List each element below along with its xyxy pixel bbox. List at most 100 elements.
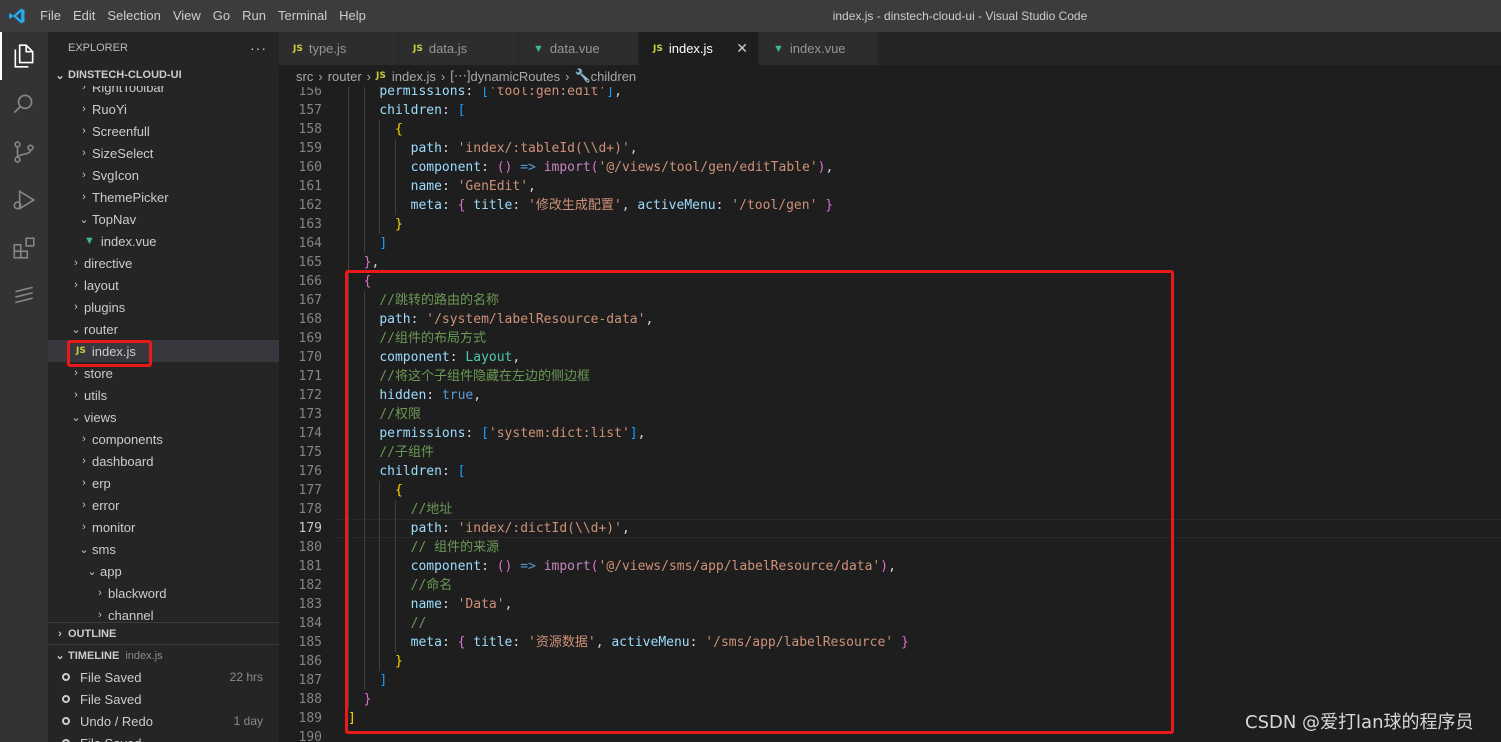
extensions-icon[interactable] — [0, 224, 48, 272]
project-root[interactable]: ⌄ DINSTECH-CLOUD-UI — [48, 64, 279, 86]
vscode-logo-icon[interactable] — [0, 0, 34, 32]
tree-folder[interactable]: › RuoYi — [48, 98, 279, 120]
breadcrumb-item[interactable]: src — [296, 69, 313, 84]
tree-folder[interactable]: › SvgIcon — [48, 164, 279, 186]
tree-folder[interactable]: › dashboard — [48, 450, 279, 472]
code-token: children — [379, 103, 442, 118]
tree-folder[interactable]: › store — [48, 362, 279, 384]
timeline-entry[interactable]: File Saved 22 hrs — [48, 666, 279, 688]
tree-folder[interactable]: › erp — [48, 472, 279, 494]
breadcrumb-item[interactable]: router — [328, 69, 362, 84]
line-number: 158 — [298, 122, 322, 137]
chevron-right-icon: › — [74, 389, 78, 401]
tree-folder[interactable]: › directive — [48, 252, 279, 274]
tab-type-js[interactable]: JS type.js — [279, 32, 399, 65]
breadcrumb-item[interactable]: children — [591, 69, 637, 84]
breadcrumb-item[interactable]: dynamicRoutes — [471, 69, 561, 84]
tree-folder[interactable]: › utils — [48, 384, 279, 406]
menu-go[interactable]: Go — [207, 0, 236, 32]
code-token: '资源数据' — [528, 635, 596, 650]
timeline-entry[interactable]: File Saved — [48, 732, 279, 742]
menu-run[interactable]: Run — [236, 0, 272, 32]
tree-folder[interactable]: › layout — [48, 274, 279, 296]
code-token: import — [543, 559, 591, 574]
tree-folder[interactable]: › RightToolbar — [48, 86, 279, 98]
code-token: : — [426, 388, 442, 403]
code-line: 161 name: 'GenEdit', — [279, 177, 1501, 196]
tab-data-vue[interactable]: ▼ data.vue — [519, 32, 639, 65]
tree-folder[interactable]: › Screenfull — [48, 120, 279, 142]
tree-folder[interactable]: › monitor — [48, 516, 279, 538]
tree-folder[interactable]: ⌄ TopNav — [48, 208, 279, 230]
chevron-right-icon: › — [82, 477, 86, 489]
search-icon[interactable] — [0, 80, 48, 128]
close-icon[interactable]: ✕ — [736, 40, 748, 57]
code-token: : — [441, 521, 458, 536]
more-actions-icon[interactable]: ··· — [250, 40, 267, 56]
code-token: () — [496, 559, 513, 574]
code-line: 166 { — [279, 272, 1501, 291]
code-line: 185 meta: { title: '资源数据', activeMenu: '… — [279, 633, 1501, 652]
chevron-right-icon: › — [98, 587, 102, 599]
tab-index-vue[interactable]: ▼ index.vue — [759, 32, 879, 65]
tree-folder[interactable]: › blackword — [48, 582, 279, 604]
code-text: } — [348, 652, 403, 671]
code-token: : — [441, 141, 458, 156]
source-control-icon[interactable] — [0, 128, 48, 176]
tree-folder[interactable]: ⌄ sms — [48, 538, 279, 560]
remote-icon[interactable] — [0, 272, 48, 320]
code-token: ( — [590, 160, 599, 175]
tree-folder[interactable]: › components — [48, 428, 279, 450]
code-token: '@/views/tool/gen/editTable' — [598, 160, 818, 175]
menu-file[interactable]: File — [34, 0, 67, 32]
menu-terminal[interactable]: Terminal — [272, 0, 333, 32]
menu-help[interactable]: Help — [333, 0, 372, 32]
tree-file[interactable]: JS index.js — [48, 340, 279, 362]
tree-folder[interactable]: ⌄ views — [48, 406, 279, 428]
tree-folder[interactable]: › error — [48, 494, 279, 516]
files-icon[interactable] — [0, 32, 48, 80]
timeline-entry[interactable]: Undo / Redo 1 day — [48, 710, 279, 732]
run-debug-icon[interactable] — [0, 176, 48, 224]
code-token: //组件的布局方式 — [379, 331, 486, 346]
explorer-header: EXPLORER ··· — [48, 32, 279, 64]
timeline-entry[interactable]: File Saved — [48, 688, 279, 710]
tree-folder[interactable]: › SizeSelect — [48, 142, 279, 164]
code-line: 165 }, — [279, 253, 1501, 272]
tree-folder[interactable]: › channel — [48, 604, 279, 623]
tab-data-js[interactable]: JS data.js — [399, 32, 519, 65]
code-token: , — [645, 312, 654, 327]
code-token: //命名 — [410, 578, 453, 593]
tree-folder[interactable]: › ThemePicker — [48, 186, 279, 208]
tree-folder[interactable]: › plugins — [48, 296, 279, 318]
menu-selection[interactable]: Selection — [101, 0, 166, 32]
breadcrumb-item[interactable]: index.js — [392, 69, 436, 84]
code-token: true — [441, 388, 474, 403]
chevron-right-icon: › — [82, 86, 86, 93]
tree-item-label: index.vue — [100, 233, 157, 249]
tree-item-label: SizeSelect — [92, 145, 154, 161]
tab-label: data.vue — [549, 41, 600, 56]
code-token: meta — [410, 198, 442, 213]
line-number: 178 — [298, 502, 322, 517]
tree-folder[interactable]: ⌄ app — [48, 560, 279, 582]
outline-section[interactable]: › OUTLINE — [48, 622, 279, 644]
menu-edit[interactable]: Edit — [67, 0, 101, 32]
line-number: 176 — [298, 464, 322, 479]
chevron-right-icon: › — [318, 68, 323, 84]
code-line: 164 ] — [279, 234, 1501, 253]
tree-file[interactable]: ▼ index.vue — [48, 230, 279, 252]
tree-folder[interactable]: ⌄ router — [48, 318, 279, 340]
tab-index-js[interactable]: JS index.js ✕ — [639, 32, 759, 65]
timeline-section[interactable]: ⌄ TIMELINE index.js — [48, 644, 279, 666]
line-number: 170 — [298, 350, 322, 365]
code-editor[interactable]: 156 permissions: ['tool:gen:edit'], 157 c… — [279, 87, 1501, 742]
tree-item-label: Screenfull — [92, 123, 150, 139]
code-line: 170 component: Layout, — [279, 348, 1501, 367]
menu-view[interactable]: View — [167, 0, 207, 32]
code-text: meta: { title: '修改生成配置', activeMenu: '/t… — [348, 196, 833, 215]
